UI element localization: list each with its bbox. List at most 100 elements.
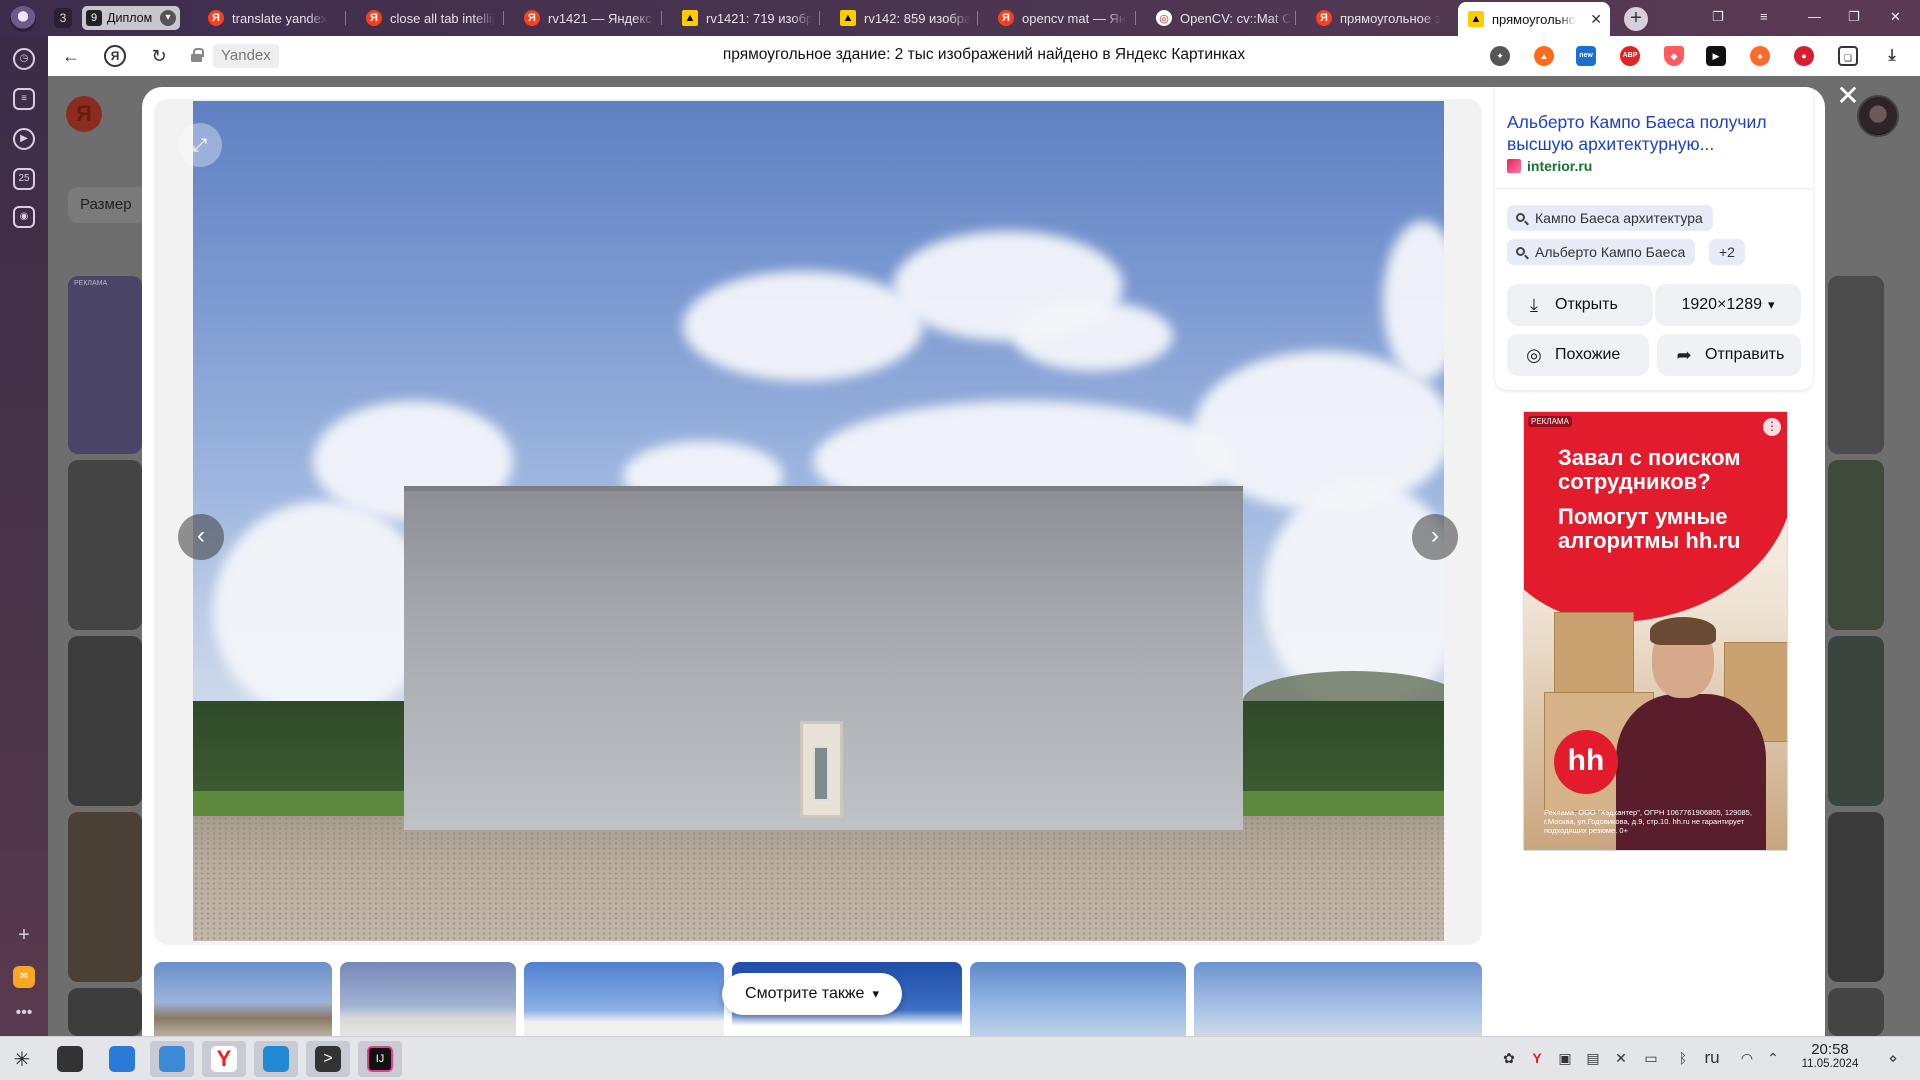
tab-group-badge: 9	[86, 10, 102, 26]
source-site[interactable]: interior.ru	[1507, 158, 1592, 174]
calendar-icon[interactable]: 25	[13, 168, 35, 190]
yandex-tray-icon[interactable]: Y	[1528, 1049, 1546, 1067]
see-also-button[interactable]: Смотрите также ▾	[722, 973, 902, 1015]
thumbnail[interactable]	[1194, 962, 1482, 1041]
storage-icon[interactable]: ▤	[1584, 1049, 1602, 1067]
mute-icon[interactable]: ✕	[1612, 1049, 1630, 1067]
ad-headline: Завал с поиском сотрудников?	[1558, 445, 1741, 494]
ad-banner[interactable]: РЕКЛАМА ⋮ Завал с поиском сотрудников? П…	[1523, 411, 1788, 851]
keyboard-layout[interactable]: ru	[1698, 1049, 1726, 1067]
background-thumb	[68, 988, 142, 1036]
rocket-extension-icon[interactable]: ●	[1794, 46, 1814, 66]
tab-group-diplom[interactable]: 9 Диплом ▾	[82, 6, 180, 30]
shield-extension-icon[interactable]: ◆	[1664, 46, 1684, 66]
clock[interactable]: 20:58 11.05.2024	[1790, 1041, 1870, 1070]
minimize-icon[interactable]: —	[1808, 9, 1821, 24]
source-title-link[interactable]: Альберто Кампо Баеса получил высшую архи…	[1507, 111, 1797, 155]
divider	[1495, 188, 1813, 189]
user-avatar[interactable]	[1857, 95, 1899, 137]
close-window-icon[interactable]: ✕	[1890, 9, 1901, 25]
expand-icon[interactable]: ⤢	[178, 123, 222, 167]
tab-group-count[interactable]: 3	[54, 8, 72, 28]
add-panel-icon[interactable]: +	[13, 925, 35, 948]
ad-menu-icon[interactable]: ⋮	[1763, 418, 1781, 436]
tab[interactable]: Я close all tab intellij	[356, 4, 504, 32]
more-icon[interactable]: •••	[13, 1004, 35, 1026]
thumbnail[interactable]	[340, 962, 516, 1041]
image-viewer: ⤢ ‹ ›	[154, 99, 1482, 945]
menu-icon[interactable]: ≡	[1760, 9, 1768, 24]
files-app-icon[interactable]	[150, 1041, 194, 1077]
tag-chip[interactable]: Кампо Баеса архитектура	[1507, 205, 1713, 231]
photo-cloud	[1013, 301, 1173, 371]
figure-extension-icon[interactable]: ♠	[1750, 46, 1770, 66]
tab[interactable]: Я прямоугольное з	[1306, 4, 1456, 32]
bluetooth-icon[interactable]: ᛒ	[1674, 1049, 1692, 1067]
yandex-browser-app-icon[interactable]: Y	[202, 1041, 246, 1077]
tab[interactable]: Я rv1421 — Яндекс:	[514, 4, 662, 32]
thumbnail[interactable]	[154, 962, 332, 1041]
adblock-extension-icon[interactable]: ABP	[1620, 46, 1640, 66]
ad-legal-text: Реклама, ООО "Хэдхантер", ОГРН 106776190…	[1544, 808, 1752, 835]
main-photo[interactable]	[193, 101, 1444, 941]
show-desktop-icon[interactable]: ⋄	[1884, 1049, 1902, 1067]
similar-button[interactable]: ◎ Похожие	[1507, 334, 1649, 376]
yandex-images-favicon-icon: ▲	[840, 10, 856, 26]
browser-menu-icon[interactable]	[10, 6, 36, 32]
share-icon: ➦	[1676, 345, 1692, 365]
terminal-app-icon[interactable]: >	[306, 1041, 350, 1077]
tab[interactable]: ▲ rv1421: 719 изобр	[672, 4, 820, 32]
history-icon[interactable]: ◷	[13, 48, 35, 70]
share-button[interactable]: ➦ Отправить	[1657, 334, 1801, 376]
battery-icon[interactable]: ▭	[1642, 1049, 1660, 1067]
tab-active[interactable]: ▲ прямоугольно ✕	[1458, 2, 1610, 36]
size-filter: Размер	[68, 187, 152, 223]
app-launcher-icon[interactable]: ✳	[0, 1041, 44, 1077]
new-tab-button[interactable]: +	[1624, 7, 1648, 31]
extension-icon[interactable]: ✦	[1490, 46, 1510, 66]
puzzle-extension-icon[interactable]: ❏	[1838, 46, 1858, 66]
vscode-app-icon[interactable]	[254, 1041, 298, 1077]
news-extension-icon[interactable]: new	[1576, 46, 1596, 66]
tab[interactable]: ◎ OpenCV: cv::Mat C	[1146, 4, 1296, 32]
close-tab-icon[interactable]: ✕	[1590, 11, 1602, 28]
tray-icon[interactable]: ✿	[1500, 1049, 1518, 1067]
info-card: Альберто Кампо Баеса получил высшую архи…	[1495, 87, 1813, 390]
tab[interactable]: Я translate yandex	[198, 4, 346, 32]
settings-app-icon[interactable]	[48, 1041, 92, 1077]
clipboard-icon[interactable]: ▣	[1556, 1049, 1574, 1067]
intellij-app-icon[interactable]: IJ	[358, 1041, 402, 1077]
store-app-icon[interactable]	[100, 1041, 144, 1077]
download-icon[interactable]: ⤓	[1882, 46, 1902, 66]
lock-icon[interactable]	[191, 48, 204, 62]
domain-pill[interactable]: Yandex	[213, 44, 279, 68]
video-extension-icon[interactable]: ▶	[1706, 46, 1726, 66]
restore-icon[interactable]: ❐	[1848, 9, 1860, 25]
mail-icon[interactable]: ✉	[13, 966, 35, 988]
yandex-home-icon[interactable]: Я	[104, 45, 126, 67]
tabs-overview-icon[interactable]: ❐	[1712, 9, 1724, 25]
wifi-icon[interactable]: ◠	[1738, 1049, 1756, 1067]
resolution-dropdown[interactable]: 1920×1289 ▾	[1655, 284, 1801, 326]
reload-icon[interactable]: ↻	[148, 45, 170, 67]
opencv-favicon-icon: ◎	[1156, 10, 1172, 26]
screenshot-icon[interactable]: ◉	[13, 206, 35, 228]
previous-image-button[interactable]: ‹	[178, 514, 224, 560]
back-arrow-icon[interactable]: ←	[60, 45, 82, 67]
chevron-down-icon[interactable]: ▾	[160, 10, 176, 26]
video-icon[interactable]: ▶	[13, 128, 35, 150]
thumbnail[interactable]	[524, 962, 724, 1041]
taskbar: ✳ Y > IJ ✿ Y ▣ ▤ ✕ ▭ ᛒ ru ◠ ⌃ 20:58 11.0…	[0, 1036, 1920, 1080]
tag-chip[interactable]: Альберто Кампо Баеса	[1507, 239, 1696, 265]
tab[interactable]: Я opencv mat — Ян	[988, 4, 1136, 32]
tab[interactable]: ▲ rv142: 859 изобра	[830, 4, 978, 32]
open-button[interactable]: ⤓ Открыть	[1507, 284, 1653, 326]
bookmarks-icon[interactable]: ≡	[13, 88, 35, 110]
thumbnail[interactable]	[970, 962, 1186, 1041]
tab-label: translate yandex	[232, 10, 328, 26]
close-icon[interactable]: ✕	[1836, 82, 1860, 110]
more-tags-chip[interactable]: +2	[1709, 239, 1745, 265]
tray-expand-icon[interactable]: ⌃	[1764, 1049, 1782, 1067]
next-image-button[interactable]: ›	[1412, 514, 1458, 560]
fire-extension-icon[interactable]: ▲	[1534, 46, 1554, 66]
